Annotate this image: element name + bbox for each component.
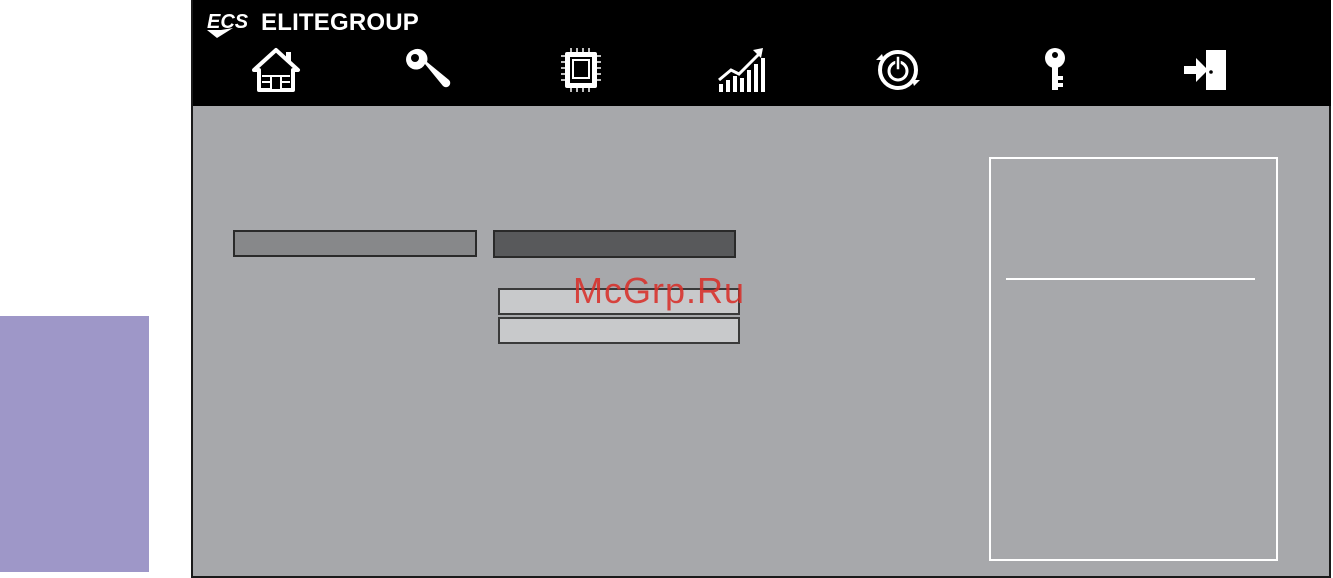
dropdown-option[interactable] [498,288,740,315]
nav-chipset-button[interactable] [553,44,609,96]
power-icon [876,50,920,90]
key-icon [1045,48,1065,90]
bios-window: ECS ELITEGROUP McGrp.Ru [191,0,1331,578]
brand-name: ELITEGROUP [261,9,420,36]
chip-icon [561,48,601,92]
brand-logo: ECS ELITEGROUP [205,6,419,40]
nav-main-button[interactable] [248,44,304,96]
setting-label-box [233,230,477,257]
exit-icon [1184,50,1226,90]
nav-security-button[interactable] [1027,44,1083,96]
nav-performance-button[interactable] [713,44,769,96]
wrench-icon [406,48,451,88]
logo-text: ECS [207,11,249,33]
performance-chart-icon [718,48,765,92]
nav-advanced-button[interactable] [401,44,457,96]
screen: ECS ELITEGROUP McGrp.Ru [0,0,1333,578]
home-icon [252,48,300,92]
top-navigation-bar: ECS ELITEGROUP [193,0,1331,106]
help-panel [989,157,1278,561]
side-chapter-tab [0,316,149,572]
options-dropdown [498,288,740,344]
help-panel-divider [1006,278,1255,280]
ecs-logo-mark: ECS [207,11,249,38]
nav-exit-button[interactable] [1178,44,1234,96]
nav-boot-button[interactable] [870,44,926,96]
setting-value-selector[interactable] [493,230,736,258]
dropdown-option[interactable] [498,317,740,344]
